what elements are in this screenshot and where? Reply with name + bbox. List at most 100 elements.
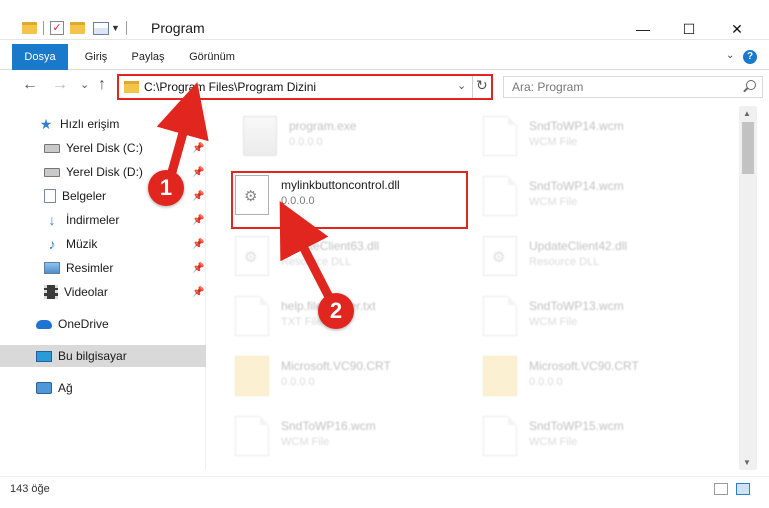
sidebar-item-videos[interactable]: Videolar 📌	[0, 281, 206, 303]
folder-icon	[235, 356, 269, 396]
file-item[interactable]: Microsoft.VC90.CRT 0.0.0.0	[483, 350, 723, 406]
recent-locations-button[interactable]: ⌄	[80, 78, 89, 91]
search-placeholder[interactable]: Ara: Program	[512, 80, 583, 94]
sidebar-item-onedrive[interactable]: OneDrive	[0, 313, 206, 335]
file-name: program.exe	[289, 119, 357, 133]
sidebar-item-local-disk-c[interactable]: Yerel Disk (C:) 📌	[0, 137, 206, 159]
sidebar-item-quick-access[interactable]: ★ Hızlı erişim	[0, 113, 206, 135]
chevron-down-icon[interactable]: ⌄	[457, 79, 466, 92]
tab-share[interactable]: Paylaş	[126, 44, 170, 70]
sidebar-item-label: İndirmeler	[66, 213, 120, 227]
sidebar-item-this-pc[interactable]: Bu bilgisayar	[0, 345, 206, 367]
document-icon	[235, 296, 269, 336]
sidebar-item-label: Bu bilgisayar	[58, 349, 127, 363]
document-icon	[235, 416, 269, 456]
download-icon: ↓	[48, 212, 56, 228]
pin-icon[interactable]: 📌	[192, 239, 204, 250]
star-icon: ★	[39, 116, 53, 132]
address-bar[interactable]: C:\Program Files\Program Dizini ⌄ ↻	[117, 74, 493, 100]
sidebar-item-label: Hızlı erişim	[60, 117, 120, 131]
file-item[interactable]: Microsoft.VC90.CRT 0.0.0.0	[235, 350, 475, 406]
sidebar-item-label: Yerel Disk (D:)	[66, 165, 143, 179]
file-detail: TXT File	[281, 316, 323, 328]
tab-home[interactable]: Giriş	[78, 44, 114, 70]
expand-ribbon-icon[interactable]: ⌄	[726, 50, 734, 61]
up-button[interactable]: ↑	[98, 76, 106, 94]
tab-view[interactable]: Görünüm	[184, 44, 240, 70]
address-divider	[472, 76, 473, 98]
highlight-box	[231, 171, 468, 229]
sidebar-item-label: Müzik	[66, 237, 98, 251]
network-icon	[36, 382, 52, 394]
pin-icon[interactable]: 📌	[192, 263, 204, 274]
file-item[interactable]: SndToWP14.wcm WCM File	[483, 170, 723, 226]
file-name: SndToWP15.wcm	[529, 419, 624, 433]
customize-toolbar-icon[interactable]: ▼	[111, 23, 120, 33]
file-item[interactable]: program.exe 0.0.0.0	[243, 110, 483, 166]
file-item[interactable]: SndToWP16.wcm WCM File	[235, 410, 475, 466]
file-list: program.exe 0.0.0.0 SndToWP14.wcm WCM Fi…	[207, 106, 739, 470]
file-item[interactable]: SndToWP13.wcm WCM File	[483, 290, 723, 346]
document-icon	[483, 176, 517, 216]
pin-icon[interactable]: 📌	[192, 191, 204, 202]
file-detail: 0.0.0.0	[281, 376, 315, 388]
item-count: 143 öğe	[10, 483, 50, 495]
file-name: UpdateClient63.dll	[281, 239, 380, 253]
properties-icon[interactable]	[93, 21, 109, 35]
vertical-scrollbar[interactable]: ▲ ▼	[739, 106, 757, 470]
sidebar-item-downloads[interactable]: ↓ İndirmeler 📌	[0, 209, 206, 231]
pin-icon[interactable]: 📌	[192, 215, 204, 226]
forward-button[interactable]: →	[52, 76, 68, 94]
video-icon	[44, 285, 58, 299]
maximize-button[interactable]: ☐	[666, 16, 712, 42]
pin-icon[interactable]: 📌	[192, 167, 204, 178]
file-item[interactable]: UpdateClient63.dll Resource DLL	[235, 230, 475, 286]
file-item[interactable]: UpdateClient42.dll Resource DLL	[483, 230, 723, 286]
file-detail: Resource DLL	[281, 256, 352, 268]
file-detail: 0.0.0.0	[529, 376, 563, 388]
quick-access-toolbar: ✓ ▼	[22, 18, 133, 38]
documents-icon	[44, 189, 56, 203]
search-box[interactable]: Ara: Program	[503, 76, 763, 98]
file-name: SndToWP14.wcm	[529, 179, 624, 193]
sidebar-item-music[interactable]: ♪ Müzik 📌	[0, 233, 206, 255]
folder-icon[interactable]	[22, 22, 37, 34]
file-item[interactable]: help.file.reader.txt TXT File	[235, 290, 475, 346]
toolbar-separator	[125, 21, 127, 35]
scroll-down-icon[interactable]: ▼	[743, 458, 751, 467]
address-path[interactable]: C:\Program Files\Program Dizini	[144, 80, 316, 94]
window-title: Program	[151, 20, 205, 36]
folder-icon	[124, 81, 139, 93]
large-icons-view-icon[interactable]	[736, 483, 750, 495]
search-icon[interactable]	[746, 80, 756, 90]
file-detail: 0.0.0.0	[289, 136, 323, 148]
toolbar-separator	[43, 21, 44, 35]
file-item[interactable]: SndToWP14.wcm WCM File	[483, 110, 723, 166]
file-detail: WCM File	[529, 196, 578, 208]
computer-icon	[36, 350, 52, 362]
file-name: Microsoft.VC90.CRT	[281, 359, 391, 373]
minimize-button[interactable]: —	[620, 16, 666, 42]
scroll-up-icon[interactable]: ▲	[743, 109, 751, 118]
step-1-callout: 1	[148, 170, 184, 206]
help-icon[interactable]: ?	[743, 50, 757, 64]
pin-icon[interactable]: 📌	[192, 143, 204, 154]
document-icon	[483, 116, 517, 156]
file-detail: Resource DLL	[529, 256, 600, 268]
refresh-icon[interactable]: ↻	[476, 77, 488, 94]
close-button[interactable]: ✕	[714, 16, 760, 42]
sidebar-item-pictures[interactable]: Resimler 📌	[0, 257, 206, 279]
details-view-icon[interactable]	[714, 483, 728, 495]
properties-check-icon[interactable]: ✓	[50, 21, 64, 35]
pin-icon[interactable]: 📌	[192, 287, 204, 298]
back-button[interactable]: ←	[22, 76, 38, 94]
new-folder-icon[interactable]	[70, 22, 85, 34]
file-item[interactable]: SndToWP15.wcm WCM File	[483, 410, 723, 466]
sidebar-item-network[interactable]: Ağ	[0, 377, 206, 399]
drive-icon	[44, 143, 60, 153]
scroll-thumb[interactable]	[742, 122, 754, 174]
music-icon: ♪	[48, 236, 56, 252]
drive-icon	[44, 167, 60, 177]
document-icon	[483, 296, 517, 336]
file-name: SndToWP13.wcm	[529, 299, 624, 313]
